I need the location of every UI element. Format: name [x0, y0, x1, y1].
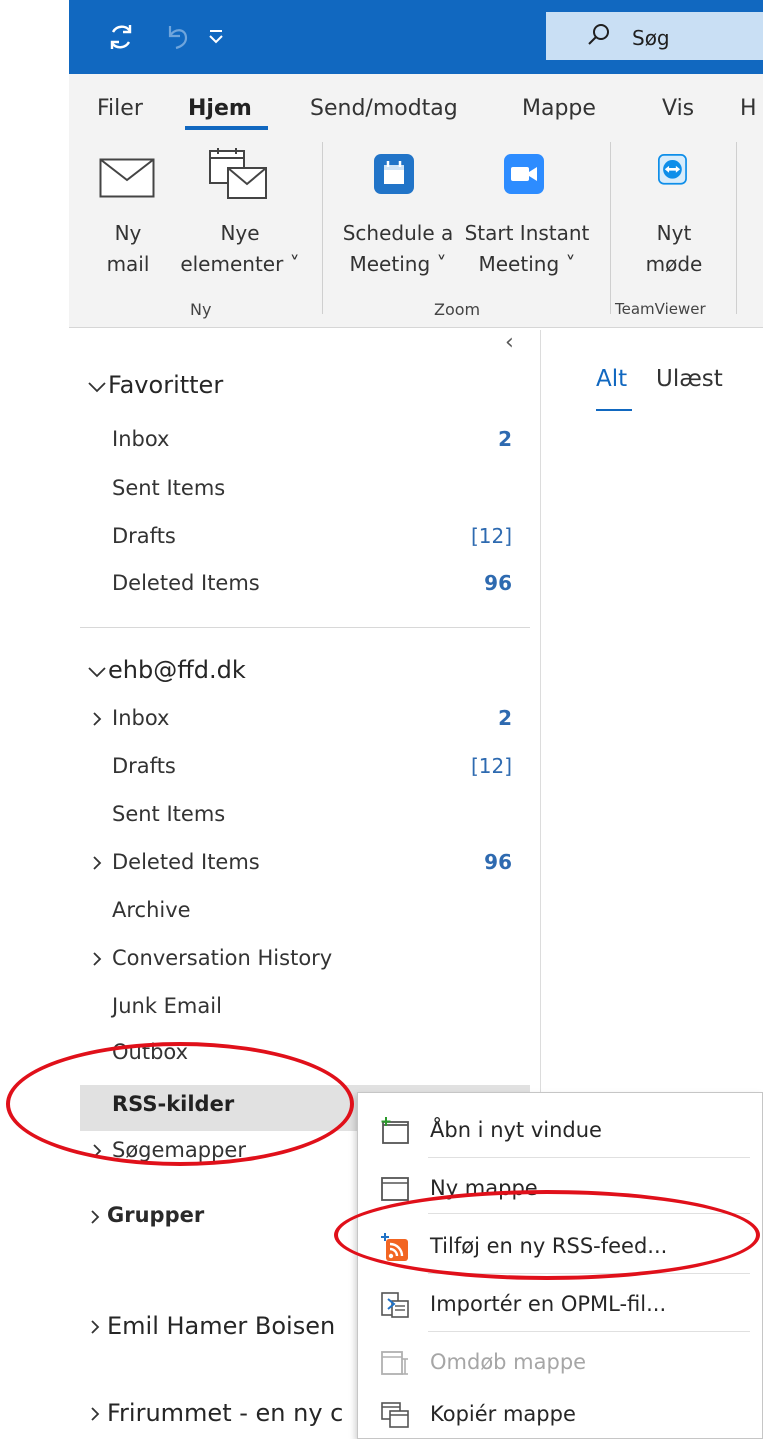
quick-access-dropdown-icon[interactable]	[199, 20, 233, 54]
tab-ulaest[interactable]: Ulæst	[656, 366, 723, 392]
folder-label: Sent Items	[112, 802, 226, 826]
chevron-right-icon	[91, 1320, 100, 1334]
folder-label: Junk Email	[112, 994, 222, 1018]
menu-item-import-opml[interactable]: Importér en OPML-fil...	[358, 1279, 763, 1331]
new-meeting-label-line1: Nyt	[656, 221, 692, 245]
new-items-icon	[209, 148, 267, 199]
groups-label: Grupper	[107, 1203, 205, 1227]
group-label-teamviewer: TeamViewer	[615, 300, 706, 318]
import-opml-icon	[381, 1292, 409, 1318]
group-label-zoom: Zoom	[434, 300, 481, 319]
search-placeholder: Søg	[632, 26, 670, 50]
rename-folder-icon	[381, 1351, 408, 1375]
search-box[interactable]: Søg	[546, 12, 763, 60]
folder-label: Sent Items	[112, 476, 226, 500]
new-items-label-line1: Nye	[220, 221, 260, 245]
menu-item-open-new-window[interactable]: Åbn i nyt vindue	[358, 1105, 763, 1157]
open-new-window-icon	[381, 1117, 409, 1144]
start-instant-meeting-button[interactable]: Start Instant Meeting ˅	[460, 148, 594, 278]
new-mail-label-line2: mail	[106, 252, 150, 276]
title-bar: Søg	[69, 0, 763, 74]
favorites-label: Favoritter	[108, 371, 224, 399]
collapse-pane-chevron-icon[interactable]: ‹	[505, 330, 514, 355]
menu-item-copy-folder[interactable]: Kopiér mappe	[358, 1389, 763, 1439]
new-items-label-line2: elementer ˅	[180, 252, 300, 276]
folder-label: Inbox	[112, 706, 170, 730]
folder-label: Deleted Items	[112, 850, 260, 874]
ribbon-group-separator	[736, 142, 737, 314]
menu-separator	[428, 1157, 750, 1158]
folder-label: Drafts	[112, 754, 176, 778]
schedule-meeting-label-line1: Schedule a	[342, 221, 454, 245]
new-meeting-label-line2: møde	[645, 252, 703, 276]
new-meeting-button[interactable]: Nyt møde	[614, 148, 734, 278]
envelope-icon	[99, 158, 155, 198]
teamviewer-icon	[658, 154, 687, 185]
zoom-calendar-icon	[374, 154, 414, 194]
account-header[interactable]: ehb@ffd.dk	[88, 656, 388, 690]
item-count: [12]	[470, 524, 512, 548]
copy-folder-icon	[381, 1402, 409, 1428]
tab-send-modtag[interactable]: Send/modtag	[310, 96, 458, 121]
unread-count: 2	[498, 427, 512, 451]
sync-icon[interactable]	[104, 20, 138, 54]
favorites-header[interactable]: Favoritter	[88, 371, 388, 405]
undo-icon[interactable]	[160, 20, 194, 54]
menu-item-label: Omdøb mappe	[430, 1350, 587, 1374]
tab-vis[interactable]: Vis	[662, 96, 694, 121]
tab-mappe[interactable]: Mappe	[522, 96, 596, 121]
chevron-down-icon	[88, 382, 106, 393]
unread-count: 2	[498, 706, 512, 730]
unread-count: 96	[484, 850, 512, 874]
menu-item-rename-folder[interactable]: Omdøb mappe	[358, 1337, 763, 1389]
annotation-ellipse-rss	[6, 1042, 354, 1166]
chevron-down-icon	[88, 667, 106, 678]
ribbon-group-separator	[322, 142, 323, 314]
start-instant-label-line1: Start Instant	[464, 221, 590, 245]
active-filter-indicator	[596, 409, 632, 411]
unread-count: 96	[484, 571, 512, 595]
folder-label: Inbox	[112, 427, 170, 451]
chevron-right-icon[interactable]	[92, 951, 102, 967]
tab-alt[interactable]: Alt	[596, 366, 627, 392]
new-mail-button[interactable]: Ny mail	[88, 148, 168, 278]
item-count: [12]	[470, 754, 512, 778]
search-icon	[588, 24, 609, 45]
folder-label: Drafts	[112, 524, 176, 548]
menu-item-label: Importér en OPML-fil...	[430, 1292, 667, 1316]
new-folder-icon	[381, 1177, 409, 1201]
annotation-ellipse-add-feed	[334, 1190, 760, 1280]
mailbox-label: Frirummet - en ny c	[107, 1399, 344, 1427]
tab-filer[interactable]: Filer	[97, 96, 143, 121]
active-tab-indicator	[185, 126, 268, 130]
ribbon-group-separator	[610, 142, 611, 314]
new-items-button[interactable]: Nye elementer ˅	[170, 148, 310, 278]
tab-hjem[interactable]: Hjem	[188, 96, 252, 121]
account-label: ehb@ffd.dk	[108, 656, 246, 684]
start-instant-label-line2: Meeting ˅	[478, 252, 576, 276]
chevron-right-icon	[91, 1407, 100, 1421]
menu-separator	[428, 1331, 750, 1332]
tab-h[interactable]: H	[740, 96, 757, 121]
zoom-video-icon	[504, 154, 544, 194]
folder-label: Conversation History	[112, 946, 333, 970]
schedule-meeting-label-line2: Meeting ˅	[349, 252, 447, 276]
group-label-ny: Ny	[190, 300, 212, 319]
chevron-right-icon[interactable]	[92, 711, 102, 727]
schedule-meeting-button[interactable]: Schedule a Meeting ˅	[338, 148, 458, 278]
chevron-right-icon[interactable]	[92, 855, 102, 871]
menu-item-label: Åbn i nyt vindue	[430, 1118, 602, 1142]
chevron-right-icon	[91, 1210, 100, 1224]
mailbox-label: Emil Hamer Boisen	[107, 1312, 336, 1340]
folder-label: Archive	[112, 898, 191, 922]
menu-item-label: Kopiér mappe	[430, 1402, 576, 1426]
folder-label: Deleted Items	[112, 571, 260, 595]
section-divider	[80, 627, 530, 628]
new-mail-label-line1: Ny	[114, 221, 142, 245]
